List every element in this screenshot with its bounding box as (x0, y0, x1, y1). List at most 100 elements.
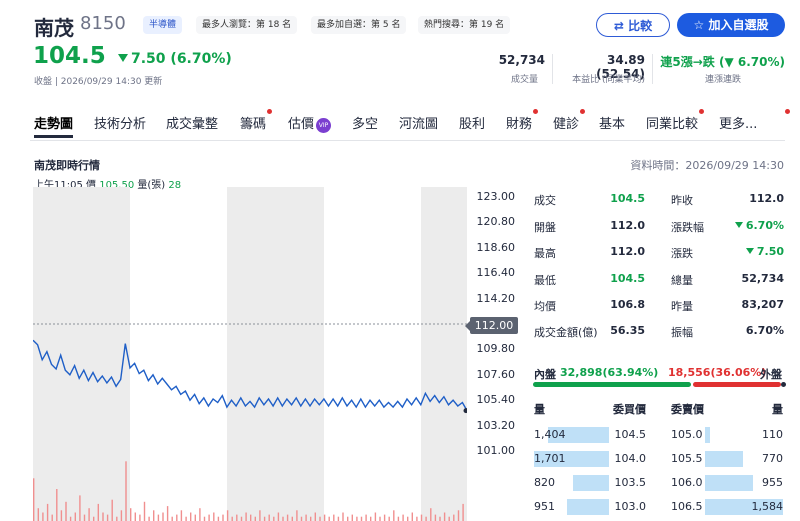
order-bid-qty: 1,404 (534, 428, 566, 441)
star-icon: ☆ (693, 18, 705, 32)
intraday-chart[interactable] (33, 187, 467, 521)
volume-bar (300, 516, 303, 521)
y-tick-label: 120.80 (476, 215, 516, 229)
volume-bar (319, 516, 321, 521)
tab-10[interactable]: 基本 (599, 113, 625, 132)
volume-bar (407, 516, 409, 521)
stock-name: 南茂 (34, 16, 74, 40)
volume-bar (125, 461, 127, 521)
volume-bar (337, 516, 340, 521)
notification-dot (699, 109, 704, 114)
rank-tag-watchlist[interactable]: 最多加自選：第 5 名 (311, 16, 407, 34)
volume-bar (240, 516, 243, 521)
volume-bar (69, 516, 72, 521)
tab-1[interactable]: 技術分析 (94, 113, 146, 132)
volume-bar (277, 512, 280, 521)
y-tick-label: 107.60 (476, 367, 516, 381)
tab-3[interactable]: 籌碼 (240, 109, 272, 132)
volume-bar (176, 514, 178, 521)
quote-value: 112.0 (610, 219, 645, 232)
rank-tag-views[interactable]: 最多人瀏覽：第 18 名 (196, 16, 298, 34)
volume-bar (328, 516, 330, 521)
volume-bar (56, 489, 58, 521)
volume-bar (430, 508, 432, 521)
volume-bar (93, 516, 95, 521)
volume-bar (37, 508, 39, 521)
y-tick-label: 101.00 (476, 444, 516, 457)
volume-bar (139, 514, 141, 521)
order-bid-price: 104.5 (614, 428, 647, 441)
volume-bar (273, 516, 275, 521)
tab-5[interactable]: 多空 (352, 113, 378, 132)
volume-bar (393, 510, 395, 521)
quote-value: 104.5 (610, 192, 645, 205)
tab-0[interactable]: 走勢圖 (34, 113, 74, 138)
down-arrow-icon (118, 54, 128, 62)
quote-value: 112.0 (610, 245, 645, 258)
volume-bar (462, 503, 464, 521)
stat-volume-value: 52,734 (498, 53, 545, 67)
tab-7[interactable]: 股利 (459, 113, 485, 132)
tab-2[interactable]: 成交彙整 (166, 113, 218, 132)
inner-label: 內盤 (534, 368, 556, 381)
volume-bar (166, 506, 169, 521)
tab-8[interactable]: 財務 (506, 109, 538, 132)
volume-bar (83, 514, 86, 521)
volume-bar (88, 508, 90, 521)
volume-bar (130, 508, 132, 521)
volume-bar (374, 512, 377, 521)
add-watchlist-button[interactable]: ☆ 加入自選股 (677, 13, 785, 37)
volume-bar (143, 501, 146, 521)
volume-bar (254, 516, 256, 521)
notification-dot (267, 109, 272, 114)
data-time: 資料時間：2026/09/29 14:30 (630, 159, 784, 172)
volume-bar (42, 512, 44, 521)
y-tick-label: 105.40 (476, 393, 516, 407)
tab-11[interactable]: 同業比較 (646, 109, 704, 132)
compare-button[interactable]: ⇄ 比較 (596, 13, 670, 37)
order-ask-price: 106.5 (671, 500, 703, 513)
time-band (421, 187, 467, 521)
volume-bar (259, 510, 261, 521)
volume-bar (60, 510, 63, 521)
volume-bar (250, 514, 252, 521)
volume-bar (365, 514, 367, 521)
quote-label: 昨量 (671, 300, 693, 313)
tab-4[interactable]: 估價 VIP (288, 113, 332, 133)
volume-bar (402, 514, 404, 521)
y-tick-label: 118.60 (476, 240, 516, 254)
rank-tag-search[interactable]: 熱門搜尋：第 19 名 (418, 16, 511, 34)
volume-bar (383, 514, 386, 521)
ask-price-header: 委賣價 (671, 403, 704, 416)
outer-volume-bar (692, 382, 781, 387)
volume-bar (443, 512, 446, 521)
volume-bar (171, 516, 173, 521)
volume-bar (190, 512, 192, 521)
volume-bar (157, 514, 160, 521)
volume-bar (231, 516, 233, 521)
volume-bar (208, 514, 210, 521)
volume-bar (333, 514, 335, 521)
volume-bar (102, 512, 104, 521)
stat-streak-label: 連漲連跌 (704, 75, 741, 85)
volume-bar (356, 516, 358, 521)
order-bid-qty: 951 (534, 500, 555, 513)
quote-label: 昨收 (671, 194, 693, 207)
order-ask-price: 106.0 (671, 476, 703, 489)
quote-label: 振幅 (671, 326, 693, 339)
price-change: 7.50 (6.70%) (118, 51, 232, 67)
volume-bar (342, 512, 344, 521)
tab-6[interactable]: 河流圖 (399, 113, 438, 132)
order-ask-qty: 1,584 (751, 500, 784, 513)
order-ask-qty: 770 (762, 452, 783, 465)
volume-bar (65, 501, 67, 521)
inner-volume-bar (533, 382, 691, 387)
volume-bar (120, 510, 123, 521)
volume-bar (286, 514, 289, 521)
category-tag[interactable]: 半導體 (143, 16, 183, 34)
volume-bar (360, 516, 363, 521)
volume-bar (236, 514, 238, 521)
tab-9[interactable]: 健診 (553, 109, 585, 132)
tab-12[interactable]: 更多... (719, 109, 790, 132)
ask-depth-bar (705, 427, 710, 443)
